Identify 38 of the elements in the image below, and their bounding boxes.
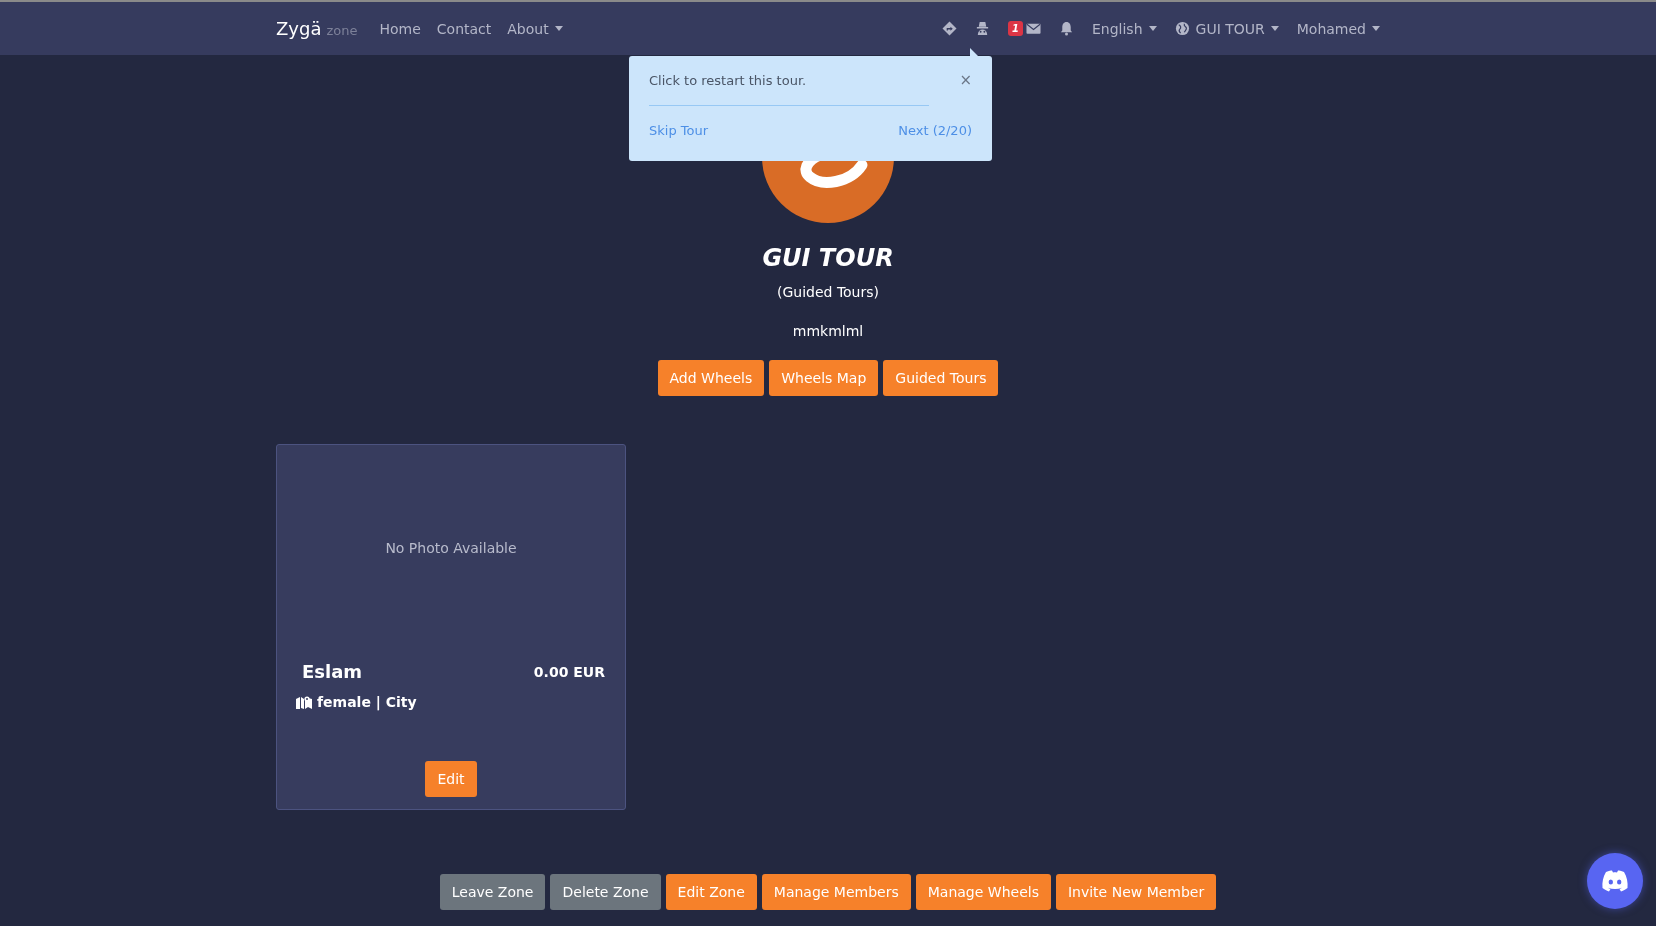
member-details: female | City — [317, 694, 417, 710]
skip-tour-link[interactable]: Skip Tour — [649, 123, 709, 138]
globe-icon[interactable] — [1174, 21, 1190, 36]
popover-message: Click to restart this tour. — [649, 73, 807, 88]
dropdown-menu-toggle[interactable]: English — [1091, 20, 1157, 37]
brand-logo-text[interactable]: Zygä — [276, 18, 322, 39]
action-button[interactable]: Invite New Member — [1055, 874, 1217, 910]
action-button[interactable]: Delete Zone — [550, 874, 661, 910]
notification-badge: 1 — [1008, 21, 1023, 36]
zone-title: GUI TOUR — [762, 243, 894, 274]
action-button[interactable]: Manage Wheels — [915, 874, 1051, 910]
nav-link[interactable]: Contact — [436, 20, 492, 37]
action-button[interactable]: Guided Tours — [883, 360, 999, 396]
zone-description: mmkmlml — [792, 322, 864, 341]
chat-button[interactable] — [1587, 853, 1643, 909]
incognito-icon[interactable] — [975, 21, 990, 36]
member-name: Eslam — [302, 661, 363, 682]
brand-suffix: zone — [326, 23, 358, 38]
dropdown-menu-toggle[interactable]: Mohamed — [1296, 20, 1380, 37]
dropdown-menu-toggle[interactable]: GUI TOUR — [1174, 20, 1279, 37]
zone-subtitle: (Guided Tours) — [776, 283, 879, 302]
close-button[interactable]: × — [959, 73, 972, 88]
dropdown-menu-toggle[interactable]: About — [507, 20, 563, 37]
action-button[interactable]: Add Wheels — [657, 360, 765, 396]
action-button[interactable]: Edit Zone — [665, 874, 757, 910]
map-marker-icon — [296, 695, 312, 709]
action-button[interactable]: Leave Zone — [439, 874, 546, 910]
bell-icon[interactable] — [1058, 21, 1074, 36]
action-button[interactable]: Manage Members — [761, 874, 911, 910]
edit-button[interactable]: Edit — [425, 761, 477, 797]
next-step-link[interactable]: Next (2/20) — [898, 123, 972, 138]
envelope-icon[interactable] — [1025, 21, 1041, 36]
price-text: 0.00 EUR — [533, 663, 605, 680]
chat-bubble-icon — [1600, 869, 1630, 893]
action-button[interactable]: Wheels Map — [769, 360, 879, 396]
directions-sign-icon[interactable] — [942, 21, 957, 36]
nav-link[interactable]: Home — [379, 20, 421, 37]
photo-placeholder-text: No Photo Available — [384, 539, 518, 558]
